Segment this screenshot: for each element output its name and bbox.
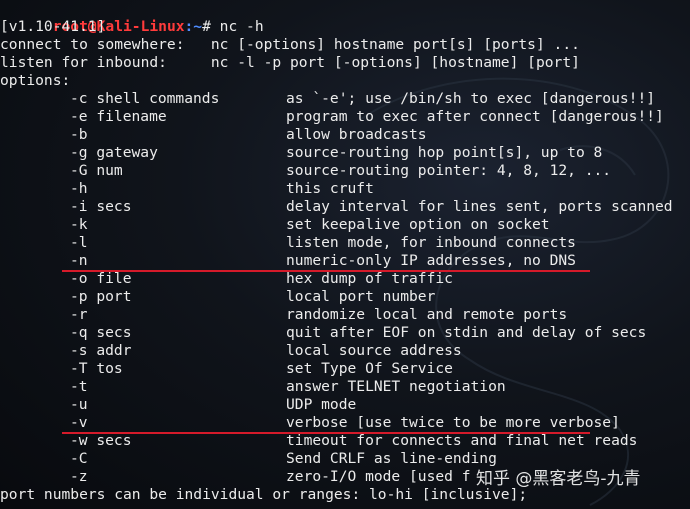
option-description: set Type Of Service xyxy=(286,360,453,377)
option-row: -i secs delay interval for lines sent, po… xyxy=(0,198,690,216)
option-description: local source address xyxy=(286,342,462,359)
option-row: -g gateway source-routing hop point[s], u… xyxy=(0,144,690,162)
option-flag: -t xyxy=(70,378,88,395)
option-description: timeout for connects and final net reads xyxy=(286,432,638,449)
option-row: -w secs timeout for connects and final ne… xyxy=(0,432,690,450)
option-description: hex dump of traffic xyxy=(286,270,453,287)
option-row: -t answer TELNET negotiation xyxy=(0,378,690,396)
option-flag: -g gateway xyxy=(70,144,158,161)
option-description: source-routing pointer: 4, 8, 12, ... xyxy=(286,162,612,179)
option-flag: -k xyxy=(70,216,88,233)
option-description: verbose [use twice to be more verbose] xyxy=(286,414,620,431)
option-flag: -z xyxy=(70,468,88,485)
option-row: -k set keepalive option on socket xyxy=(0,216,690,234)
option-description: set keepalive option on socket xyxy=(286,216,550,233)
option-flag: -h xyxy=(70,180,88,197)
option-row: -T tos set Type Of Service xyxy=(0,360,690,378)
terminal-output: root@Kali-Linux:~# nc -h [v1.10-41.1] co… xyxy=(0,0,690,509)
option-flag: -i secs xyxy=(70,198,132,215)
option-description: allow broadcasts xyxy=(286,126,427,143)
prompt-line: root@Kali-Linux:~# nc -h xyxy=(0,0,264,35)
option-row: -p port local port number xyxy=(0,288,690,306)
option-row: -e filename program to exec after connect… xyxy=(0,108,690,126)
option-flag: -v xyxy=(70,414,88,431)
usage-connect-line: connect to somewhere: nc [-options] host… xyxy=(0,36,580,53)
option-row: -n numeric-only IP addresses, no DNS xyxy=(0,252,690,270)
option-row: -o file hex dump of traffic xyxy=(0,270,690,288)
watermark-text: 知乎 @黑客老鸟-九青 xyxy=(476,469,641,489)
option-row: -s addr local source address xyxy=(0,342,690,360)
option-description: randomize local and remote ports xyxy=(286,306,568,323)
option-flag: -q secs xyxy=(70,324,132,341)
option-flag: -s addr xyxy=(70,342,132,359)
option-row: -b allow broadcasts xyxy=(0,126,690,144)
option-row: -l listen mode, for inbound connects xyxy=(0,234,690,252)
option-description: listen mode, for inbound connects xyxy=(286,234,576,251)
option-description: quit after EOF on stdin and delay of sec… xyxy=(286,324,647,341)
option-row: -h this cruft xyxy=(0,180,690,198)
option-flag: -c shell commands xyxy=(70,90,220,107)
option-description: Send CRLF as line-ending xyxy=(286,450,497,467)
option-flag: -o file xyxy=(70,270,132,287)
option-description: this cruft xyxy=(286,180,374,197)
option-flag: -w secs xyxy=(70,432,132,449)
option-description: delay interval for lines sent, ports sca… xyxy=(286,198,673,215)
option-row: -v verbose [use twice to be more verbose] xyxy=(0,414,690,432)
options-heading: options: xyxy=(0,72,71,89)
prompt-path: :~ xyxy=(184,18,203,35)
option-description: zero-I/O mode [used f xyxy=(286,468,471,485)
terminal-window[interactable]: root@Kali-Linux:~# nc -h [v1.10-41.1] co… xyxy=(0,0,690,509)
footer-line: port numbers can be individual or ranges… xyxy=(0,486,528,503)
prompt-sign: # xyxy=(202,18,220,35)
option-description: as `-e'; use /bin/sh to exec [dangerous!… xyxy=(286,90,656,107)
option-description: answer TELNET negotiation xyxy=(286,378,506,395)
option-flag: -u xyxy=(70,396,88,413)
option-description: local port number xyxy=(286,288,436,305)
option-row: -C Send CRLF as line-ending xyxy=(0,450,690,468)
option-flag: -T tos xyxy=(70,360,123,377)
option-description: source-routing hop point[s], up to 8 xyxy=(286,144,603,161)
option-flag: -n xyxy=(70,252,88,269)
option-description: program to exec after connect [dangerous… xyxy=(286,108,664,125)
option-flag: -b xyxy=(70,126,88,143)
option-row: -c shell commands as `-e'; use /bin/sh to… xyxy=(0,90,690,108)
option-flag: -e filename xyxy=(70,108,167,125)
option-flag: -C xyxy=(70,450,88,467)
option-description: numeric-only IP addresses, no DNS xyxy=(286,252,576,269)
option-row: -r randomize local and remote ports xyxy=(0,306,690,324)
version-line: [v1.10-41.1] xyxy=(0,18,106,35)
option-flag: -p port xyxy=(70,288,132,305)
option-flag: -r xyxy=(70,306,88,323)
option-flag: -l xyxy=(70,234,88,251)
prompt-command: nc -h xyxy=(219,18,264,35)
option-description: UDP mode xyxy=(286,396,357,413)
usage-listen-line: listen for inbound: nc -l -p port [-opti… xyxy=(0,54,580,71)
option-row: -q secs quit after EOF on stdin and delay… xyxy=(0,324,690,342)
option-flag: -G num xyxy=(70,162,123,179)
option-row: -u UDP mode xyxy=(0,396,690,414)
option-row: -G num source-routing pointer: 4, 8, 12, … xyxy=(0,162,690,180)
